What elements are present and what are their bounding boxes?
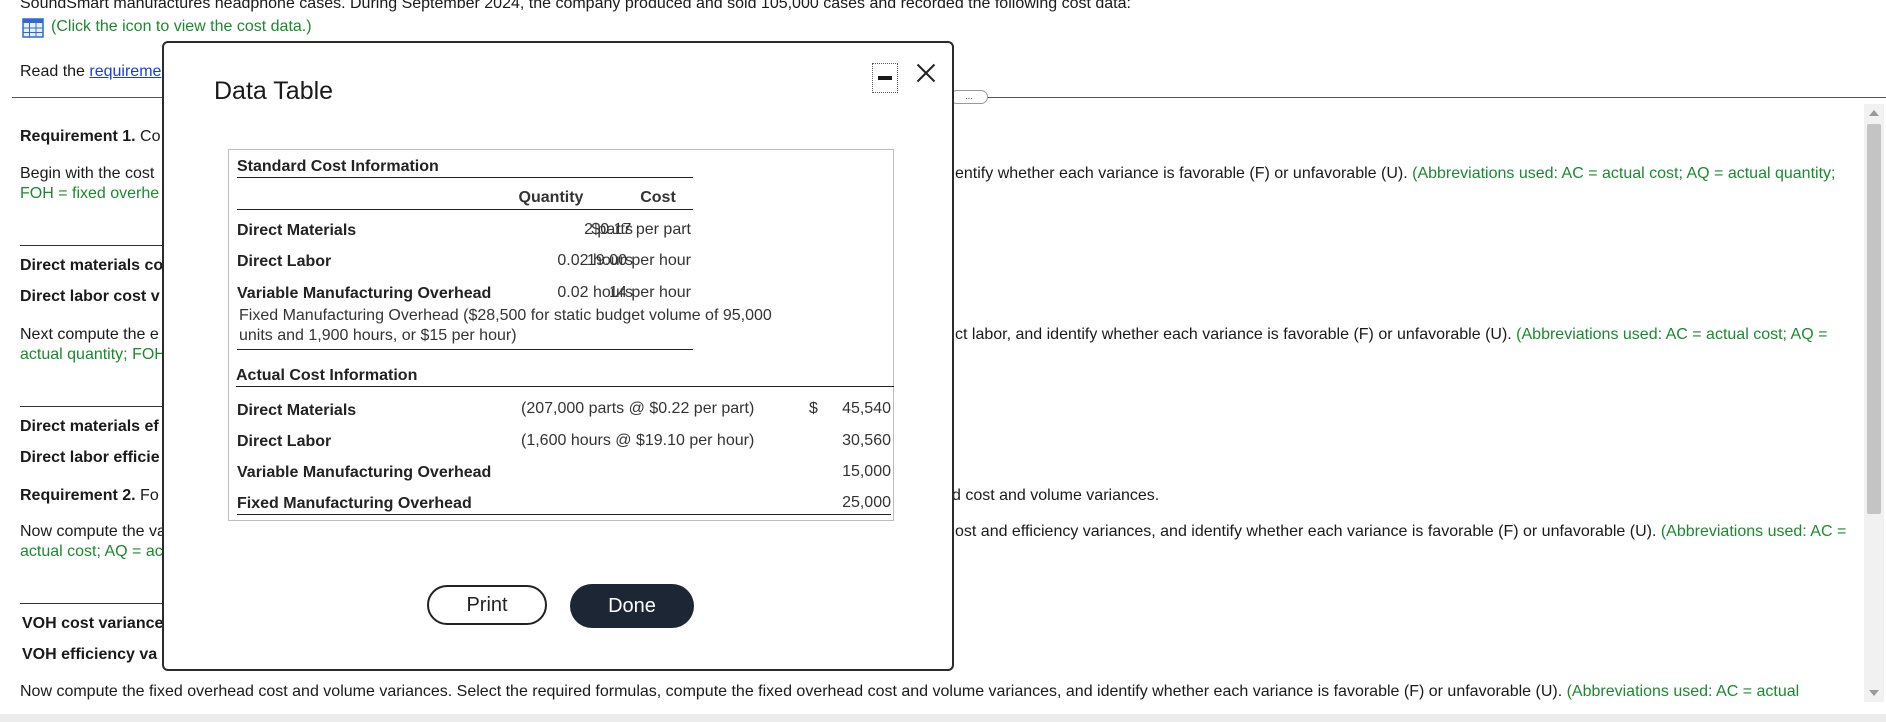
begin-left-text: Begin with the cost	[20, 165, 155, 182]
req1-label: Requirement 1.	[20, 128, 136, 145]
req2-fragment: Fo	[140, 487, 159, 504]
std-row-label: Variable Manufacturing Overhead	[237, 285, 492, 302]
bottom-green: (Abbreviations used: AC = actual	[1566, 683, 1800, 700]
now-right-green: (Abbreviations used: AC =	[1660, 523, 1847, 540]
cost-data-table: Standard Cost Information Quantity Cost …	[228, 149, 894, 521]
standard-cost-header: Standard Cost Information	[237, 158, 439, 175]
actual-row-label: Direct Materials	[237, 402, 357, 419]
col-quantity-text: Quantity	[518, 189, 584, 206]
dialog-title: Data Table	[214, 77, 334, 105]
minimize-icon	[878, 76, 892, 80]
dm-cost-variance-label: Direct materials co	[20, 257, 164, 274]
next-right-black: ct labor, and identify whether each vari…	[955, 326, 1512, 343]
bottom-text: Now compute the fixed overhead cost and …	[20, 682, 1799, 702]
std-row-cost: $0.17 per part	[591, 221, 691, 238]
req1-fragment: Co	[140, 128, 161, 145]
std-row-label: Direct Materials	[237, 222, 357, 239]
actual-row-detail: (207,000 parts @ $0.22 per part)	[521, 400, 755, 417]
now-right-text: ost and efficiency variances, and identi…	[955, 522, 1846, 542]
begin-line2: FOH = fixed overhe	[20, 185, 160, 202]
requirements-link[interactable]: requireme	[89, 63, 161, 80]
dm-efficiency-variance-label: Direct materials ef	[20, 418, 159, 435]
req2-right-text: d cost and volume variances.	[952, 487, 1160, 504]
divider-handle[interactable]: ...	[950, 90, 988, 104]
actual-row-amount: 30,560	[842, 432, 891, 449]
dl-cost-variance-label: Direct labor cost v	[20, 288, 160, 305]
horizontal-scroll-strip	[0, 714, 1886, 722]
req2-label: Requirement 2.	[20, 487, 136, 504]
read-prefix: Read the	[20, 63, 90, 80]
dl-efficiency-variance-label: Direct labor efficie	[20, 449, 160, 466]
voh-efficiency-variance-label: VOH efficiency va	[22, 646, 158, 663]
rule	[237, 177, 693, 178]
voh-cost-variance-label: VOH cost variance	[22, 615, 164, 632]
scrollbar-thumb[interactable]	[1867, 124, 1881, 514]
divider	[20, 406, 170, 407]
fixed-overhead-note-line1: Fixed Manufacturing Overhead ($28,500 fo…	[239, 307, 772, 324]
minimize-button[interactable]	[872, 63, 898, 93]
next-right-text: ct labor, and identify whether each vari…	[955, 325, 1827, 345]
scroll-up-arrow-icon[interactable]	[1869, 110, 1879, 116]
done-button[interactable]: Done	[570, 584, 694, 628]
click-icon-text[interactable]: (Click the icon to view the cost data.)	[51, 17, 312, 37]
divider	[20, 603, 170, 604]
divider	[20, 245, 170, 246]
print-button[interactable]: Print	[427, 585, 547, 625]
requirement-2-heading: Requirement 2. Fo	[20, 486, 159, 506]
now-right-black: ost and efficiency variances, and identi…	[955, 523, 1657, 540]
rule	[236, 386, 894, 387]
table-grid-icon[interactable]	[22, 18, 44, 38]
bottom-black: Now compute the fixed overhead cost and …	[20, 683, 1563, 700]
col-cost-text: Cost	[640, 189, 676, 206]
actual-row-detail: (1,600 hours @ $19.10 per hour)	[521, 432, 755, 449]
now-left-text: Now compute the va	[20, 523, 166, 540]
actual-row-amount: 45,540	[842, 400, 891, 417]
begin-right-green: (Abbreviations used: AC = actual cost; A…	[1412, 165, 1836, 182]
rule	[237, 209, 693, 210]
requirement-1-heading: Requirement 1. Co	[20, 127, 161, 147]
next-right-green: (Abbreviations used: AC = actual cost; A…	[1516, 326, 1828, 343]
intro-text: SoundSmart manufactures headphone cases.…	[20, 0, 1131, 12]
begin-right-text: entify whether each variance is favorabl…	[955, 164, 1835, 184]
read-requirements-line: Read the requireme	[20, 62, 161, 82]
now-line2: actual cost; AQ = ac	[20, 543, 163, 560]
actual-row-label: Fixed Manufacturing Overhead	[237, 495, 472, 512]
rule	[237, 514, 891, 515]
std-row-label: Direct Labor	[237, 253, 332, 270]
std-row-cost: 14 per hour	[609, 284, 691, 301]
data-table-dialog: Data Table Standard Cost Information Qua…	[162, 41, 954, 671]
actual-row-amount: 25,000	[842, 494, 891, 511]
rule	[237, 349, 693, 350]
actual-row-label: Direct Labor	[237, 433, 332, 450]
next-left-text: Next compute the e	[20, 326, 159, 343]
scroll-down-arrow-icon[interactable]	[1869, 690, 1879, 696]
actual-row-label: Variable Manufacturing Overhead	[237, 464, 492, 481]
actual-row-amount: 15,000	[842, 463, 891, 480]
begin-right-black: entify whether each variance is favorabl…	[955, 165, 1408, 182]
next-line2: actual quantity; FOH	[20, 346, 166, 363]
close-icon[interactable]	[912, 59, 940, 87]
std-row-cost: 19.00 per hour	[586, 252, 691, 269]
actual-cost-header: Actual Cost Information	[236, 367, 418, 384]
fixed-overhead-note-line2: units and 1,900 hours, or $15 per hour)	[239, 327, 517, 344]
vertical-scrollbar[interactable]	[1864, 104, 1884, 702]
